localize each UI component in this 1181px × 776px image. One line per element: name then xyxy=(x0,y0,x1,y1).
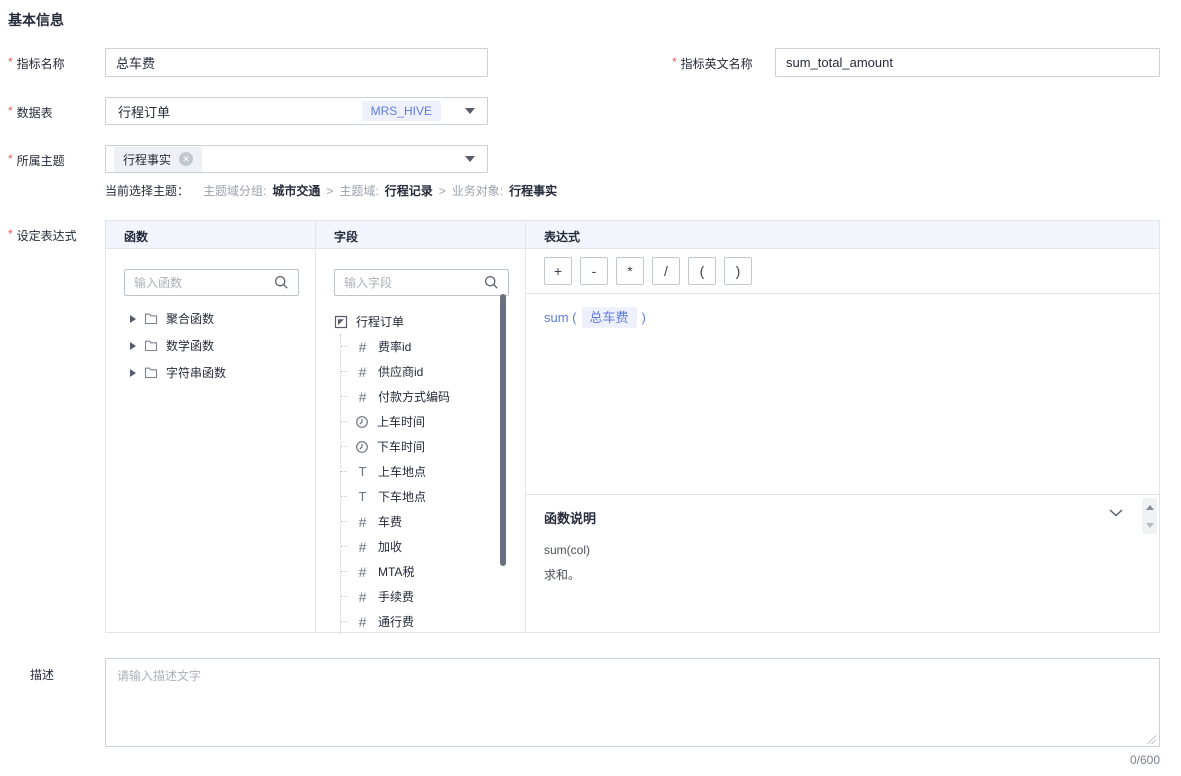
folder-icon xyxy=(144,367,158,379)
expression-function-text: sum ( xyxy=(544,310,577,325)
function-description: 求和。 xyxy=(544,568,581,582)
operator-multiply-button[interactable]: * xyxy=(616,257,644,285)
search-icon[interactable] xyxy=(274,275,289,290)
field-item[interactable]: # 费率id xyxy=(341,334,525,359)
time-icon xyxy=(356,440,368,453)
function-search-input[interactable] xyxy=(134,275,274,290)
field-item[interactable]: # 车费 xyxy=(341,509,525,534)
chevron-down-icon[interactable] xyxy=(465,156,475,162)
field-item[interactable]: # 供应商id xyxy=(341,359,525,384)
number-icon: # xyxy=(358,338,367,355)
required-asterisk: * xyxy=(8,104,13,118)
number-icon: # xyxy=(358,588,367,605)
field-item[interactable]: # MTA税 xyxy=(341,559,525,584)
subject-label: * 所属主题 xyxy=(8,152,65,168)
scroll-down-icon[interactable] xyxy=(1142,516,1157,534)
function-signature: sum(col) xyxy=(544,543,591,557)
field-tree-children: # 费率id # 供应商id # 付款方式编码 上车时间 下车时间 T 上车地点… xyxy=(340,334,525,634)
required-asterisk: * xyxy=(672,55,677,69)
collapse-chevron-icon[interactable] xyxy=(1109,509,1123,517)
resize-handle-icon[interactable] xyxy=(1147,735,1156,744)
operator-close-paren-button[interactable]: ) xyxy=(724,257,752,285)
expression-panel: 表达式 + - * / ( ) sum ( 总车费) 函数说明 sum(col) … xyxy=(526,221,1159,632)
field-search[interactable] xyxy=(334,269,509,296)
expand-arrow-icon[interactable] xyxy=(130,314,136,323)
number-icon: # xyxy=(358,388,367,405)
metric-en-name-label: * 指标英文名称 xyxy=(672,55,753,71)
field-item[interactable]: T 上车地点 xyxy=(341,459,525,484)
metric-en-name-input[interactable] xyxy=(775,48,1160,77)
expand-arrow-icon[interactable] xyxy=(130,368,136,377)
data-table-select[interactable]: 行程订单 MRS_HIVE xyxy=(105,97,488,125)
expression-builder: 函数 聚合函数 数学函数 xyxy=(105,220,1160,634)
required-asterisk: * xyxy=(8,55,13,69)
function-doc-section: 函数说明 sum(col) 求和。 xyxy=(526,494,1159,632)
time-icon xyxy=(356,415,368,428)
data-table-value: 行程订单 xyxy=(118,104,171,120)
fields-panel: 字段 行程订单 # 费率id # xyxy=(316,221,526,634)
expression-section-label: * 设定表达式 xyxy=(8,227,77,243)
expand-arrow-icon[interactable] xyxy=(130,341,136,350)
description-textarea[interactable] xyxy=(105,658,1160,747)
function-search[interactable] xyxy=(124,269,299,296)
required-asterisk: * xyxy=(8,152,13,166)
field-item[interactable]: 下车时间 xyxy=(341,434,525,459)
description-label: 描述 xyxy=(30,668,55,682)
expanded-node-icon[interactable] xyxy=(334,315,348,329)
fields-panel-title: 字段 xyxy=(316,221,525,249)
subject-selected-tag: 行程事实 xyxy=(114,146,203,172)
expression-panel-title: 表达式 xyxy=(526,221,1159,249)
functions-panel-title: 函数 xyxy=(106,221,315,249)
expression-field-chip[interactable]: 总车费 xyxy=(581,307,637,328)
operator-plus-button[interactable]: + xyxy=(544,257,572,285)
expression-editor[interactable]: sum ( 总车费) xyxy=(526,294,1159,494)
char-counter: 0/600 xyxy=(1129,753,1160,767)
field-item[interactable]: # 加收 xyxy=(341,534,525,559)
number-icon: # xyxy=(358,563,367,580)
field-search-input[interactable] xyxy=(344,275,484,290)
field-item[interactable]: 上车时间 xyxy=(341,409,525,434)
field-tree: 行程订单 # 费率id # 供应商id # 付款方式编码 上车时间 下车时间 T… xyxy=(334,309,525,634)
field-item[interactable]: # 手续费 xyxy=(341,584,525,609)
function-doc-title: 函数说明 xyxy=(544,511,597,526)
field-item[interactable]: # 通行费 xyxy=(341,609,525,634)
data-table-label: * 数据表 xyxy=(8,104,53,120)
subject-select[interactable]: 行程事实 xyxy=(105,145,488,173)
number-icon: # xyxy=(358,363,367,380)
scroll-up-icon[interactable] xyxy=(1142,498,1157,516)
number-icon: # xyxy=(358,513,367,530)
search-icon[interactable] xyxy=(484,275,499,290)
page-title: 基本信息 xyxy=(8,12,64,28)
operator-minus-button[interactable]: - xyxy=(580,257,608,285)
doc-scrollbar[interactable] xyxy=(1142,498,1157,534)
number-icon: # xyxy=(358,613,367,630)
metric-name-label: * 指标名称 xyxy=(8,55,65,71)
functions-panel: 函数 聚合函数 数学函数 xyxy=(106,221,316,632)
operator-open-paren-button[interactable]: ( xyxy=(688,257,716,285)
function-group-aggregate[interactable]: 聚合函数 xyxy=(130,305,315,332)
number-icon: # xyxy=(358,538,367,555)
breadcrumb: 当前选择主题： 主题域分组: 城市交通 > 主题域: 行程记录 > 业务对象: … xyxy=(105,183,558,199)
required-asterisk: * xyxy=(8,227,13,241)
operator-divide-button[interactable]: / xyxy=(652,257,680,285)
data-table-type-badge: MRS_HIVE xyxy=(361,101,441,121)
function-group-string[interactable]: 字符串函数 xyxy=(130,359,315,386)
text-icon: T xyxy=(358,464,367,479)
text-icon: T xyxy=(358,489,367,504)
folder-icon xyxy=(144,313,158,325)
function-tree: 聚合函数 数学函数 字符串函数 xyxy=(130,305,315,386)
operator-toolbar: + - * / ( ) xyxy=(526,249,1159,294)
folder-icon xyxy=(144,340,158,352)
field-list-scrollbar[interactable] xyxy=(500,294,506,566)
function-group-math[interactable]: 数学函数 xyxy=(130,332,315,359)
expression-close-paren-text: ) xyxy=(641,310,646,325)
metric-name-input[interactable] xyxy=(105,48,488,77)
close-icon[interactable] xyxy=(179,152,194,166)
field-item[interactable]: T 下车地点 xyxy=(341,484,525,509)
field-tree-root[interactable]: 行程订单 xyxy=(334,309,525,334)
field-item[interactable]: # 付款方式编码 xyxy=(341,384,525,409)
chevron-down-icon[interactable] xyxy=(465,108,475,114)
